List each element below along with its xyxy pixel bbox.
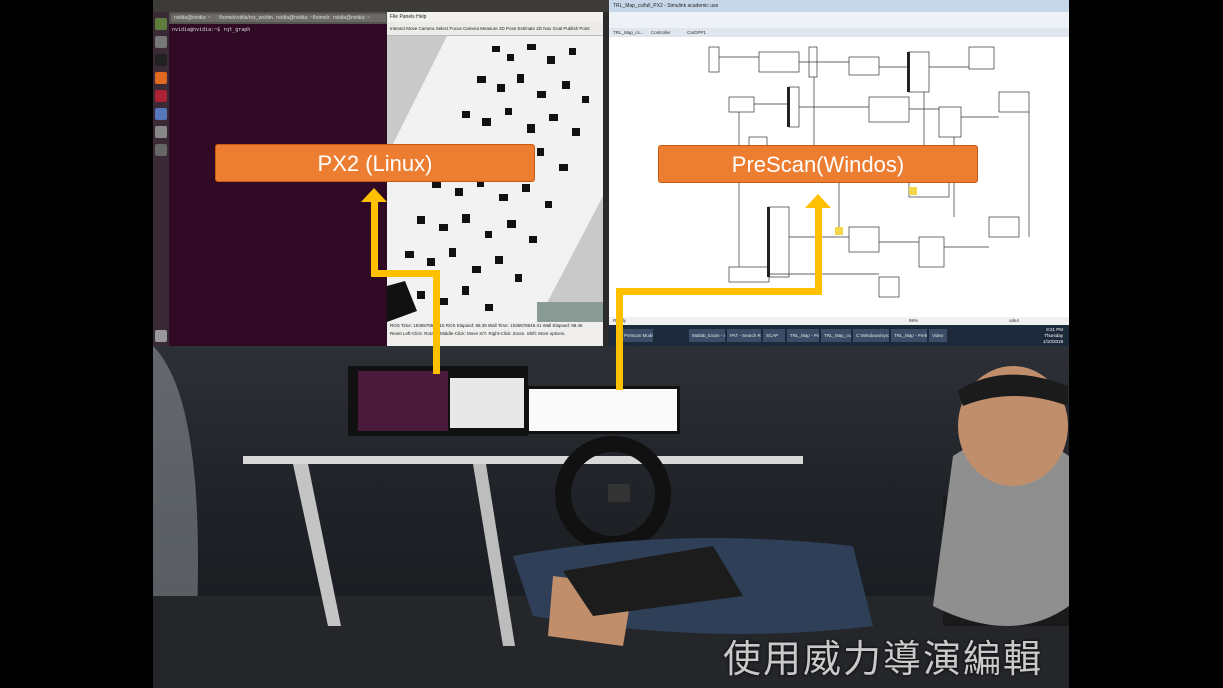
rviz-status-panel: ROS Time: 1536578649.16 ROS Elapsed: 98.… bbox=[387, 322, 603, 346]
arrow-prescan-horizontal bbox=[616, 288, 822, 295]
simulink-zoom: 99% bbox=[909, 318, 919, 323]
video-subtitle: 使用威力導演編輯 bbox=[723, 637, 1044, 681]
arrow-px2-vertical-lower bbox=[433, 276, 440, 374]
rviz-toolbar[interactable]: Interact Move Camera Select Focus Camera… bbox=[387, 22, 603, 36]
simulink-tab-bar: TRL_Map_cs... Controller CarDPP1 bbox=[609, 28, 1069, 37]
launcher-files-icon[interactable] bbox=[155, 36, 167, 48]
arrow-prescan-vertical-upper bbox=[815, 208, 822, 295]
px2-linux-label: PX2 (Linux) bbox=[215, 144, 535, 182]
prescan-windows-label: PreScan(Windos) bbox=[658, 145, 978, 183]
rviz-time-readout: ROS Time: 1536578649.16 ROS Elapsed: 98.… bbox=[390, 323, 583, 328]
arrow-up-icon bbox=[805, 194, 831, 208]
simulink-toolbar[interactable] bbox=[609, 12, 1069, 29]
monitors bbox=[348, 366, 680, 436]
taskbar-item[interactable]: SCAP bbox=[763, 329, 785, 342]
taskbar-item[interactable]: Video bbox=[929, 329, 947, 342]
launcher-ubuntu-icon[interactable] bbox=[155, 18, 167, 30]
launcher-terminal-icon[interactable] bbox=[155, 54, 167, 66]
map-legend-patch bbox=[537, 302, 603, 322]
simulink-tab[interactable]: TRL_Map_cs... bbox=[613, 28, 644, 37]
terminal-tab[interactable]: nvidia@nvidia: ~ bbox=[171, 14, 219, 22]
ubuntu-launcher bbox=[153, 12, 169, 346]
taskbar-item[interactable]: PAT - Search Res... bbox=[727, 329, 761, 342]
terminal-prompt: nvidia@nvidia:~$ rqt_graph bbox=[172, 27, 251, 33]
simulink-solver: ode4 bbox=[1009, 318, 1020, 323]
taskbar-item[interactable]: TRL_Map - Prefer... bbox=[891, 329, 927, 342]
terminal-tab[interactable]: nvidia@nvidia: ~ bbox=[330, 14, 386, 22]
setup-photo: 使用威力導演編輯 bbox=[153, 346, 1069, 688]
clock-date: 1/10/2019 bbox=[1042, 339, 1063, 344]
launcher-viewer-icon[interactable] bbox=[155, 126, 167, 138]
rviz-hint-text: Reset Left-Click: Rotate. Middle-Click: … bbox=[390, 331, 566, 336]
taskbar-item[interactable]: C:\Windows\sys32... bbox=[853, 329, 889, 342]
terminal-tab[interactable]: nvidia@nvidia: ~/home/nvidia bbox=[273, 14, 333, 22]
simulink-tab[interactable]: CarDPP1 bbox=[687, 28, 706, 37]
simulink-title-bar[interactable]: TRL_Map_cs/full_PX2 - Simulink academic … bbox=[609, 0, 1069, 12]
taskbar-item[interactable]: PreScan Model Pl... bbox=[621, 329, 653, 342]
trash-icon[interactable] bbox=[155, 330, 167, 342]
taskbar-clock[interactable]: 8:21 PM Thursday 1/10/2019 bbox=[1043, 327, 1063, 345]
arrow-prescan-vertical-lower bbox=[616, 288, 623, 390]
terminal-tab[interactable]: /home/nvidia/ros_ws/devel_d... bbox=[216, 14, 276, 22]
launcher-software-icon[interactable] bbox=[155, 72, 167, 84]
simulink-tab[interactable]: Controller bbox=[651, 28, 671, 37]
terminal-tab-bar: nvidia@nvidia: ~ /home/nvidia/ros_ws/dev… bbox=[169, 12, 387, 24]
arrow-px2-vertical-upper bbox=[371, 200, 378, 277]
arrow-px2-horizontal bbox=[371, 270, 440, 277]
taskbar-item[interactable]: Matlab_Exam - Sess... bbox=[689, 329, 725, 342]
arrow-up-icon bbox=[361, 188, 387, 202]
launcher-settings-icon[interactable] bbox=[155, 90, 167, 102]
taskbar-item[interactable]: TRL_Map_cs/full... bbox=[821, 329, 851, 342]
simulink-status-bar: Ready 99% ode4 bbox=[609, 317, 1069, 325]
rviz-menu-bar[interactable]: File Panels Help bbox=[387, 12, 603, 22]
taskbar-item[interactable]: TRL_Map - Prefer... bbox=[787, 329, 819, 342]
ubuntu-top-bar bbox=[153, 0, 609, 12]
windows-taskbar: PreScan Model Pl... Matlab_Exam - Sess..… bbox=[609, 325, 1069, 346]
launcher-disk-icon[interactable] bbox=[155, 144, 167, 156]
launcher-app-icon[interactable] bbox=[155, 108, 167, 120]
video-frame: nvidia@nvidia: ~ /home/nvidia/ros_ws/dev… bbox=[153, 0, 1069, 688]
